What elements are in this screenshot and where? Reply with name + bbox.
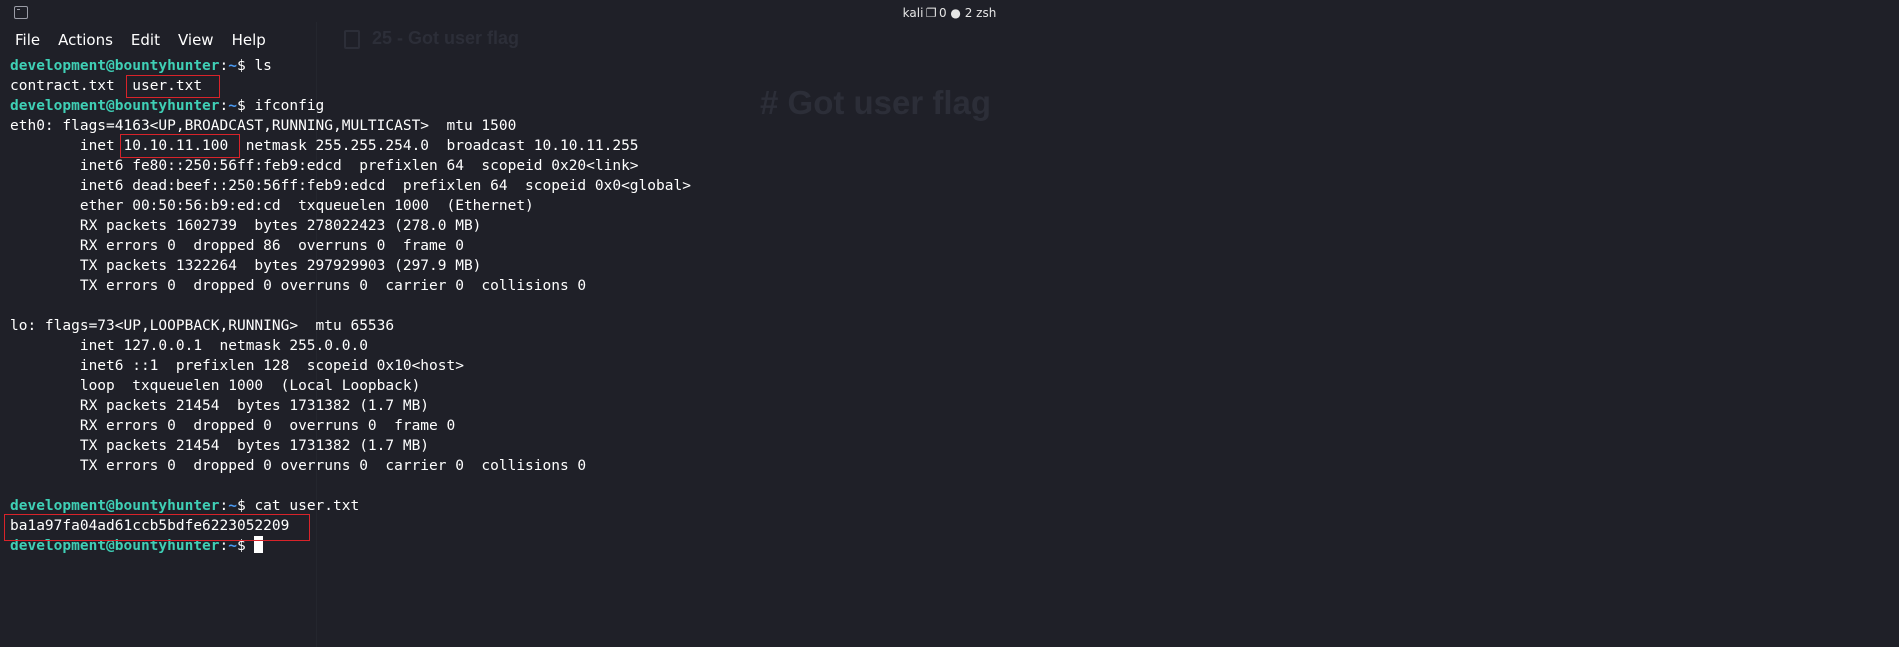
prompt-user: development@bountyhunter	[10, 498, 220, 514]
prompt-dollar: $	[236, 538, 255, 554]
prompt-path: ~	[228, 98, 237, 114]
output-line: ether 00:50:56:b9:ed:cd txqueuelen 1000 …	[10, 198, 534, 214]
menu-actions[interactable]: Actions	[49, 29, 122, 51]
prompt-user: development@bountyhunter	[10, 58, 220, 74]
prompt-separator: :	[219, 58, 229, 74]
output-line: TX packets 1322264 bytes 297929903 (297.…	[10, 258, 482, 274]
prompt-line: development@bountyhunter:~$ ifconfig	[10, 96, 1890, 116]
output-line: inet 10.10.11.100 netmask 255.255.254.0 …	[10, 138, 639, 154]
menu-bar: File Actions Edit View Help	[6, 29, 275, 51]
background-note-tab: 25 - Got user flag	[372, 28, 520, 48]
prompt-path: ~	[228, 58, 237, 74]
prompt-separator: :	[219, 98, 229, 114]
terminal-window: 25 - Got user flag # Got user flag kali …	[0, 0, 1899, 647]
prompt-user: development@bountyhunter	[10, 538, 220, 554]
output-line: eth0: flags=4163<UP,BROADCAST,RUNNING,MU…	[10, 118, 517, 134]
output-line: RX packets 21454 bytes 1731382 (1.7 MB)	[10, 398, 430, 414]
prompt-dollar: $	[236, 98, 255, 114]
terminal-output[interactable]: development@bountyhunter:~$ ls contract.…	[10, 56, 1890, 556]
prompt-separator: :	[219, 498, 229, 514]
output-line: contract.txt user.txt	[10, 76, 1890, 96]
output-line: TX errors 0 dropped 0 overruns 0 carrier…	[10, 458, 587, 474]
output-line: inet6 dead:beef::250:56ff:feb9:edcd pref…	[10, 178, 691, 194]
window-title: kali ❐ 0 ● 2 zsh	[902, 6, 997, 20]
prompt-dollar: $	[236, 498, 255, 514]
menu-view[interactable]: View	[169, 29, 223, 51]
output-line: RX errors 0 dropped 86 overruns 0 frame …	[10, 238, 464, 254]
output-line: TX packets 21454 bytes 1731382 (1.7 MB)	[10, 438, 430, 454]
current-prompt-line[interactable]: development@bountyhunter:~$	[10, 536, 1890, 556]
output-line: lo: flags=73<UP,LOOPBACK,RUNNING> mtu 65…	[10, 318, 395, 334]
background-note-icon	[344, 30, 360, 49]
flag-output: ba1a97fa04ad61ccb5bdfe6223052209	[10, 518, 290, 534]
output-line: TX errors 0 dropped 0 overruns 0 carrier…	[10, 278, 587, 294]
prompt-line: development@bountyhunter:~$ ls	[10, 56, 1890, 76]
prompt-path: ~	[228, 538, 237, 554]
command-text: ls	[254, 58, 272, 74]
file-contract: contract.txt	[10, 78, 115, 94]
prompt-user: development@bountyhunter	[10, 98, 220, 114]
output-line: RX errors 0 dropped 0 overruns 0 frame 0	[10, 418, 456, 434]
prompt-separator: :	[219, 538, 229, 554]
text-cursor	[254, 536, 264, 553]
prompt-dollar: $	[236, 58, 255, 74]
menu-file[interactable]: File	[6, 29, 49, 51]
prompt-line: development@bountyhunter:~$ cat user.txt	[10, 496, 1890, 516]
output-line: inet 127.0.0.1 netmask 255.0.0.0	[10, 338, 368, 354]
command-text: ifconfig	[254, 98, 325, 114]
prompt-path: ~	[228, 498, 237, 514]
output-line: loop txqueuelen 1000 (Local Loopback)	[10, 378, 421, 394]
output-line: inet6 fe80::250:56ff:feb9:edcd prefixlen…	[10, 158, 639, 174]
menu-help[interactable]: Help	[223, 29, 275, 51]
title-bar: kali ❐ 0 ● 2 zsh	[0, 0, 1899, 26]
file-user: user.txt	[132, 78, 203, 94]
output-line: inet6 ::1 prefixlen 128 scopeid 0x10<hos…	[10, 358, 464, 374]
command-text: cat user.txt	[254, 498, 360, 514]
output-line: RX packets 1602739 bytes 278022423 (278.…	[10, 218, 482, 234]
menu-edit[interactable]: Edit	[122, 29, 169, 51]
